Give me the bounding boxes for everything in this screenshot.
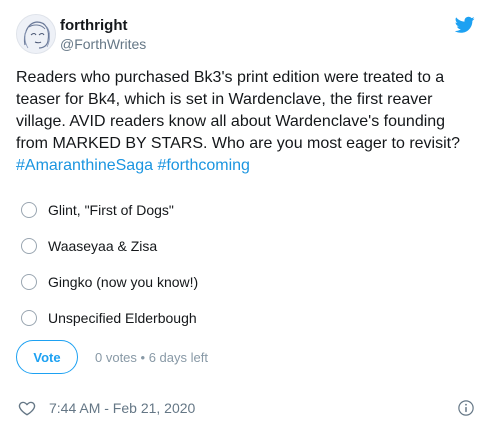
poll-status: 0 votes • 6 days left xyxy=(95,349,208,365)
tweet-card: forthright @ForthWrites Readers who purc… xyxy=(0,0,491,425)
info-icon[interactable] xyxy=(457,399,475,417)
tweet-footer: 7:44 AM - Feb 21, 2020 xyxy=(18,397,475,419)
poll-option-label: Glint, "First of Dogs" xyxy=(48,202,174,218)
author-handle[interactable]: @ForthWrites xyxy=(60,35,146,54)
poll: Glint, "First of Dogs" Waaseyaa & Zisa G… xyxy=(16,192,475,336)
poll-option-label: Unspecified Elderbough xyxy=(48,310,197,326)
avatar[interactable] xyxy=(16,14,56,54)
heart-icon[interactable] xyxy=(18,399,36,417)
tweet-header: forthright @ForthWrites xyxy=(16,12,475,58)
tweet-body: Readers who purchased Bk3's print editio… xyxy=(16,67,478,177)
tweet-timestamp[interactable]: 7:44 AM - Feb 21, 2020 xyxy=(49,400,195,416)
radio-button[interactable] xyxy=(21,310,37,326)
poll-option[interactable]: Glint, "First of Dogs" xyxy=(16,192,475,228)
author-names: forthright @ForthWrites xyxy=(60,16,146,54)
poll-option[interactable]: Waaseyaa & Zisa xyxy=(16,228,475,264)
hashtag-link[interactable]: #forthcoming xyxy=(157,157,250,174)
tweet-text: Readers who purchased Bk3's print editio… xyxy=(16,69,460,152)
poll-option[interactable]: Gingko (now you know!) xyxy=(16,264,475,300)
poll-option-label: Waaseyaa & Zisa xyxy=(48,238,158,254)
twitter-bird-icon[interactable] xyxy=(454,16,475,34)
hashtag-link[interactable]: #AmaranthineSaga xyxy=(16,157,153,174)
vote-button[interactable]: Vote xyxy=(16,340,78,374)
author-display-name[interactable]: forthright xyxy=(60,16,146,35)
radio-button[interactable] xyxy=(21,238,37,254)
radio-button[interactable] xyxy=(21,202,37,218)
poll-option-label: Gingko (now you know!) xyxy=(48,274,199,290)
vote-row: Vote 0 votes • 6 days left xyxy=(16,339,208,375)
radio-button[interactable] xyxy=(21,274,37,290)
sketch-portrait-avatar-icon xyxy=(17,15,55,53)
poll-option[interactable]: Unspecified Elderbough xyxy=(16,300,475,336)
